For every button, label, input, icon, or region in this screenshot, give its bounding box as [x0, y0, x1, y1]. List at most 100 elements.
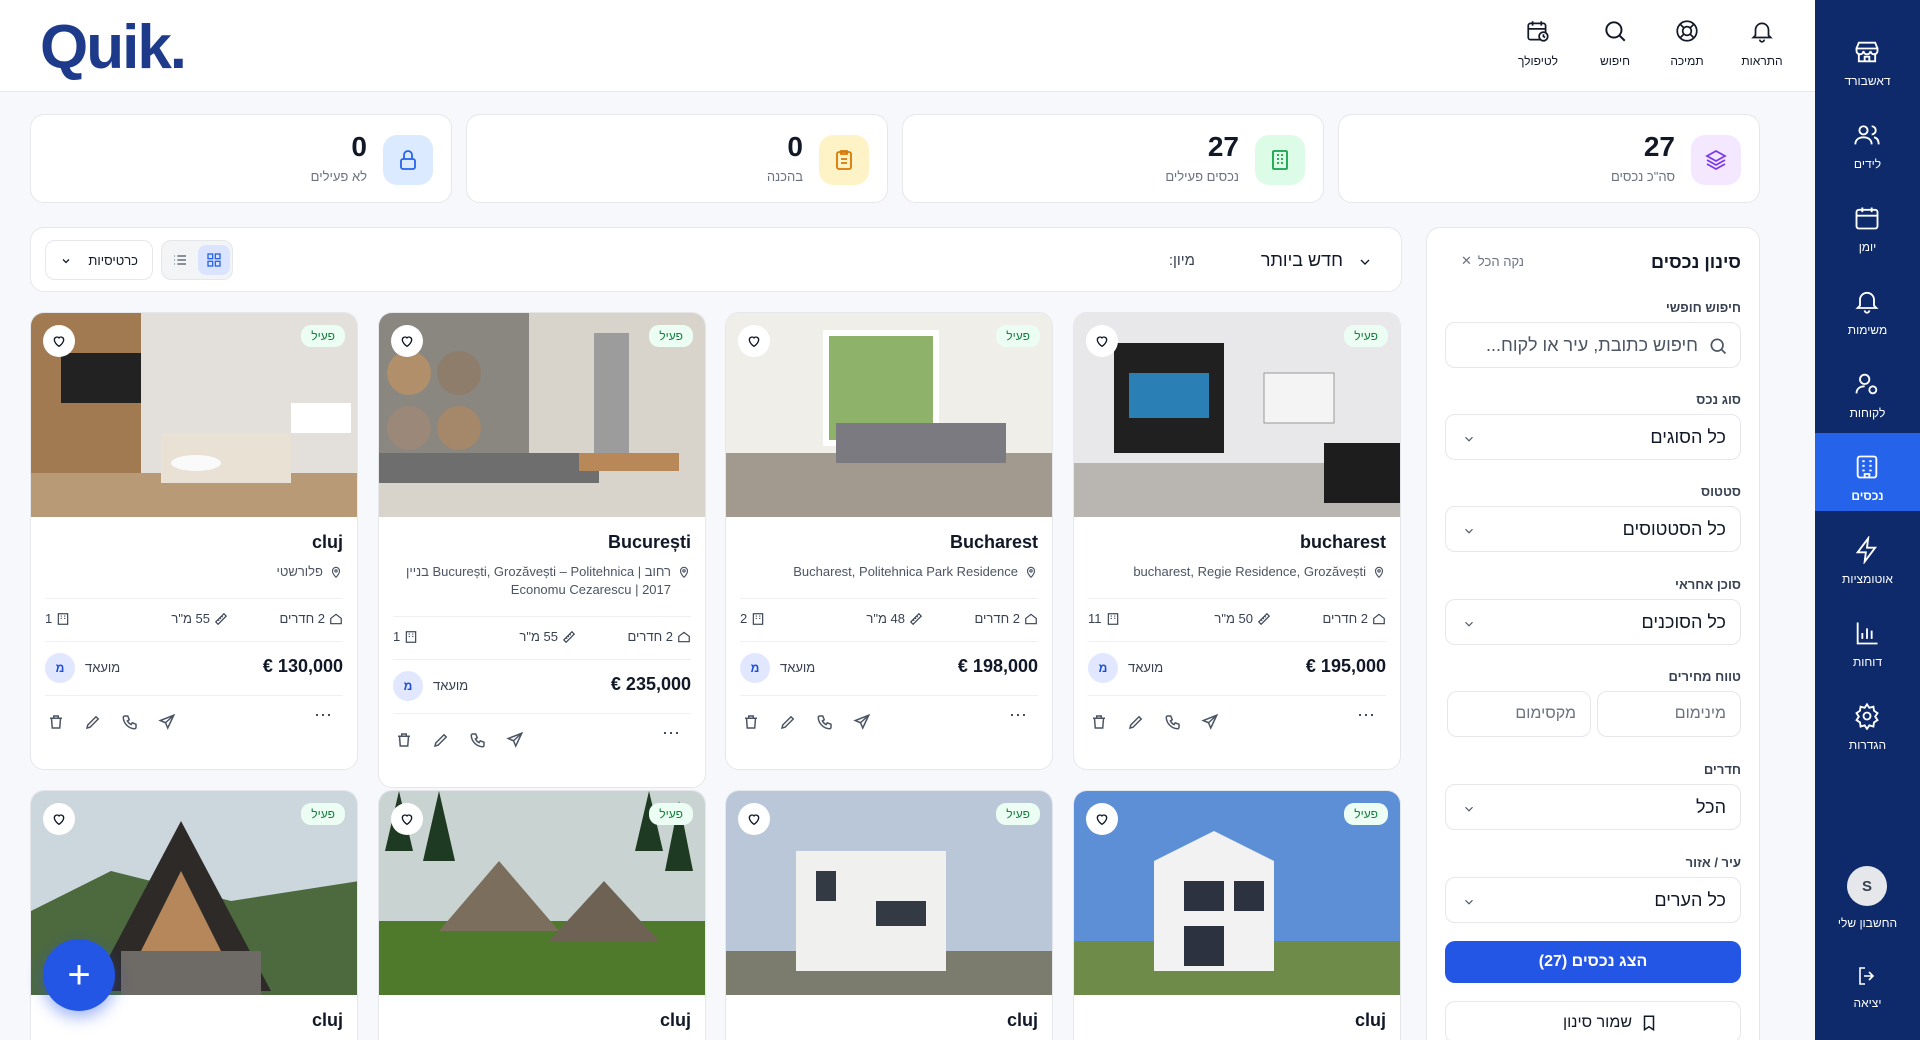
- trash-icon: [398, 733, 410, 747]
- divider: [740, 598, 1038, 599]
- followup-button[interactable]: לטיפולך: [1503, 16, 1573, 76]
- nav-item-dashboard[interactable]: דאשבורד: [1815, 18, 1920, 96]
- city-select[interactable]: כל הערים: [1445, 877, 1741, 923]
- send-button[interactable]: [1199, 711, 1221, 733]
- search-input[interactable]: חיפוש כתובת, עיר או לקוח...: [1445, 322, 1741, 368]
- property-card[interactable]: פעיל cluj: [1073, 790, 1401, 1040]
- divider: [1088, 695, 1386, 696]
- favorite-button[interactable]: [1086, 325, 1118, 357]
- delete-button[interactable]: [45, 711, 67, 733]
- favorite-button[interactable]: [391, 325, 423, 357]
- list-view-button[interactable]: [164, 245, 196, 275]
- add-property-button[interactable]: +: [43, 939, 115, 1011]
- stat-card-inactive: 0 לא פעילים: [30, 114, 452, 203]
- avatar[interactable]: S: [1847, 866, 1887, 906]
- logo[interactable]: Quik.: [40, 12, 187, 83]
- logout-button[interactable]: יציאה: [1815, 958, 1920, 1020]
- avatar: מ: [393, 671, 423, 701]
- property-type-select[interactable]: כל הסוגים: [1445, 414, 1741, 460]
- sort-select[interactable]: חדש ביותר: [1183, 244, 1373, 278]
- more-options-button[interactable]: ⋯: [314, 705, 333, 726]
- send-button[interactable]: [156, 711, 178, 733]
- price-max-input[interactable]: מקסימום: [1447, 691, 1591, 737]
- clear-all-button[interactable]: נקה הכל ✕: [1461, 253, 1524, 269]
- nav-item-settings[interactable]: הגדרות: [1815, 682, 1920, 760]
- price-min-input[interactable]: מינימום: [1597, 691, 1741, 737]
- save-filter-button[interactable]: שמור סינון: [1445, 1001, 1741, 1040]
- favorite-button[interactable]: [738, 325, 770, 357]
- property-card[interactable]: פעיל cluj: [725, 790, 1053, 1040]
- address-text: bucharest, Regie Residence, Grozăvești: [1133, 564, 1366, 579]
- send-button[interactable]: [851, 711, 873, 733]
- home-icon: [1373, 613, 1385, 624]
- call-button[interactable]: [119, 711, 141, 733]
- status-value: כל הסטטוסים: [1622, 519, 1726, 539]
- search-button[interactable]: חיפוש: [1580, 16, 1650, 76]
- support-button[interactable]: תמיכה: [1652, 16, 1722, 76]
- divider: [740, 695, 1038, 696]
- delete-button[interactable]: [740, 711, 762, 733]
- nav-item-clients[interactable]: לקוחות: [1815, 350, 1920, 428]
- edit-button[interactable]: [777, 711, 799, 733]
- property-title: cluj: [311, 532, 343, 552]
- divider: [1088, 641, 1386, 642]
- rooms-select[interactable]: הכל: [1445, 784, 1741, 830]
- favorite-button[interactable]: [1086, 803, 1118, 835]
- nav-item-automations[interactable]: אוטומציות: [1815, 516, 1920, 594]
- nav-item-label: נכסים: [1851, 489, 1884, 503]
- stat-value: 27: [1207, 131, 1239, 162]
- status-badge: פעיל: [649, 325, 693, 347]
- divider: [740, 641, 1038, 642]
- favorite-button[interactable]: [43, 803, 75, 835]
- property-card[interactable]: פעיל București רחוב | București, Grozăve…: [378, 312, 706, 788]
- nav-item-calendar[interactable]: יומן: [1815, 184, 1920, 262]
- property-address: bucharest, Regie Residence, Grozăvești: [1096, 563, 1386, 581]
- call-button[interactable]: [467, 729, 489, 751]
- floor-text: 1: [393, 629, 401, 644]
- more-options-button[interactable]: ⋯: [662, 723, 681, 744]
- edit-button[interactable]: [430, 729, 452, 751]
- grid-view-button[interactable]: [198, 245, 230, 275]
- rooms-value: הכל: [1695, 797, 1726, 817]
- more-options-button[interactable]: ⋯: [1009, 705, 1028, 726]
- send-button[interactable]: [504, 729, 526, 751]
- floor-feature: 2: [740, 611, 765, 626]
- call-button[interactable]: [1162, 711, 1184, 733]
- search-icon: [1605, 21, 1626, 42]
- search-label: חיפוש: [1600, 54, 1630, 68]
- apply-filter-button[interactable]: הצג נכסים (27): [1445, 941, 1741, 983]
- property-card[interactable]: פעיל cluj: [378, 790, 706, 1040]
- property-card[interactable]: פעיל cluj פלורשטי 2 חדרים 55 מ"ר 1 € 130…: [30, 312, 358, 770]
- nav-item-properties[interactable]: נכסים: [1815, 433, 1920, 511]
- area-feature: 50 מ"ר: [1214, 611, 1271, 626]
- nav-item-tasks[interactable]: משימות: [1815, 267, 1920, 345]
- call-button[interactable]: [814, 711, 836, 733]
- more-options-button[interactable]: ⋯: [1357, 705, 1376, 726]
- delete-button[interactable]: [1088, 711, 1110, 733]
- favorite-button[interactable]: [738, 803, 770, 835]
- property-card[interactable]: פעיל bucharest bucharest, Regie Residenc…: [1073, 312, 1401, 770]
- favorite-button[interactable]: [391, 803, 423, 835]
- home-icon: [678, 631, 690, 642]
- search-icon: [1710, 338, 1727, 355]
- favorite-button[interactable]: [43, 325, 75, 357]
- agent-select[interactable]: כל הסוכנים: [1445, 599, 1741, 645]
- pencil-icon: [1128, 715, 1143, 730]
- display-type-select[interactable]: כרטיסיות: [45, 240, 153, 280]
- property-card[interactable]: פעיל Bucharest Bucharest, Politehnica Pa…: [725, 312, 1053, 770]
- status-badge: פעיל: [301, 325, 345, 347]
- nav-item-reports[interactable]: דוחות: [1815, 599, 1920, 677]
- my-account-link[interactable]: החשבון שלי: [1815, 916, 1920, 930]
- status-badge: פעיל: [996, 325, 1040, 347]
- nav-item-leads[interactable]: לידים: [1815, 101, 1920, 179]
- delete-button[interactable]: [393, 729, 415, 751]
- edit-button[interactable]: [82, 711, 104, 733]
- status-badge: פעיל: [1344, 325, 1388, 347]
- status-select[interactable]: כל הסטטוסים: [1445, 506, 1741, 552]
- support-label: תמיכה: [1670, 54, 1704, 68]
- property-price: € 195,000: [1305, 656, 1386, 676]
- rooms-feature: 2 חדרים: [975, 611, 1039, 626]
- property-title: Bucharest: [949, 532, 1038, 552]
- edit-button[interactable]: [1125, 711, 1147, 733]
- alerts-button[interactable]: התראות: [1727, 16, 1797, 76]
